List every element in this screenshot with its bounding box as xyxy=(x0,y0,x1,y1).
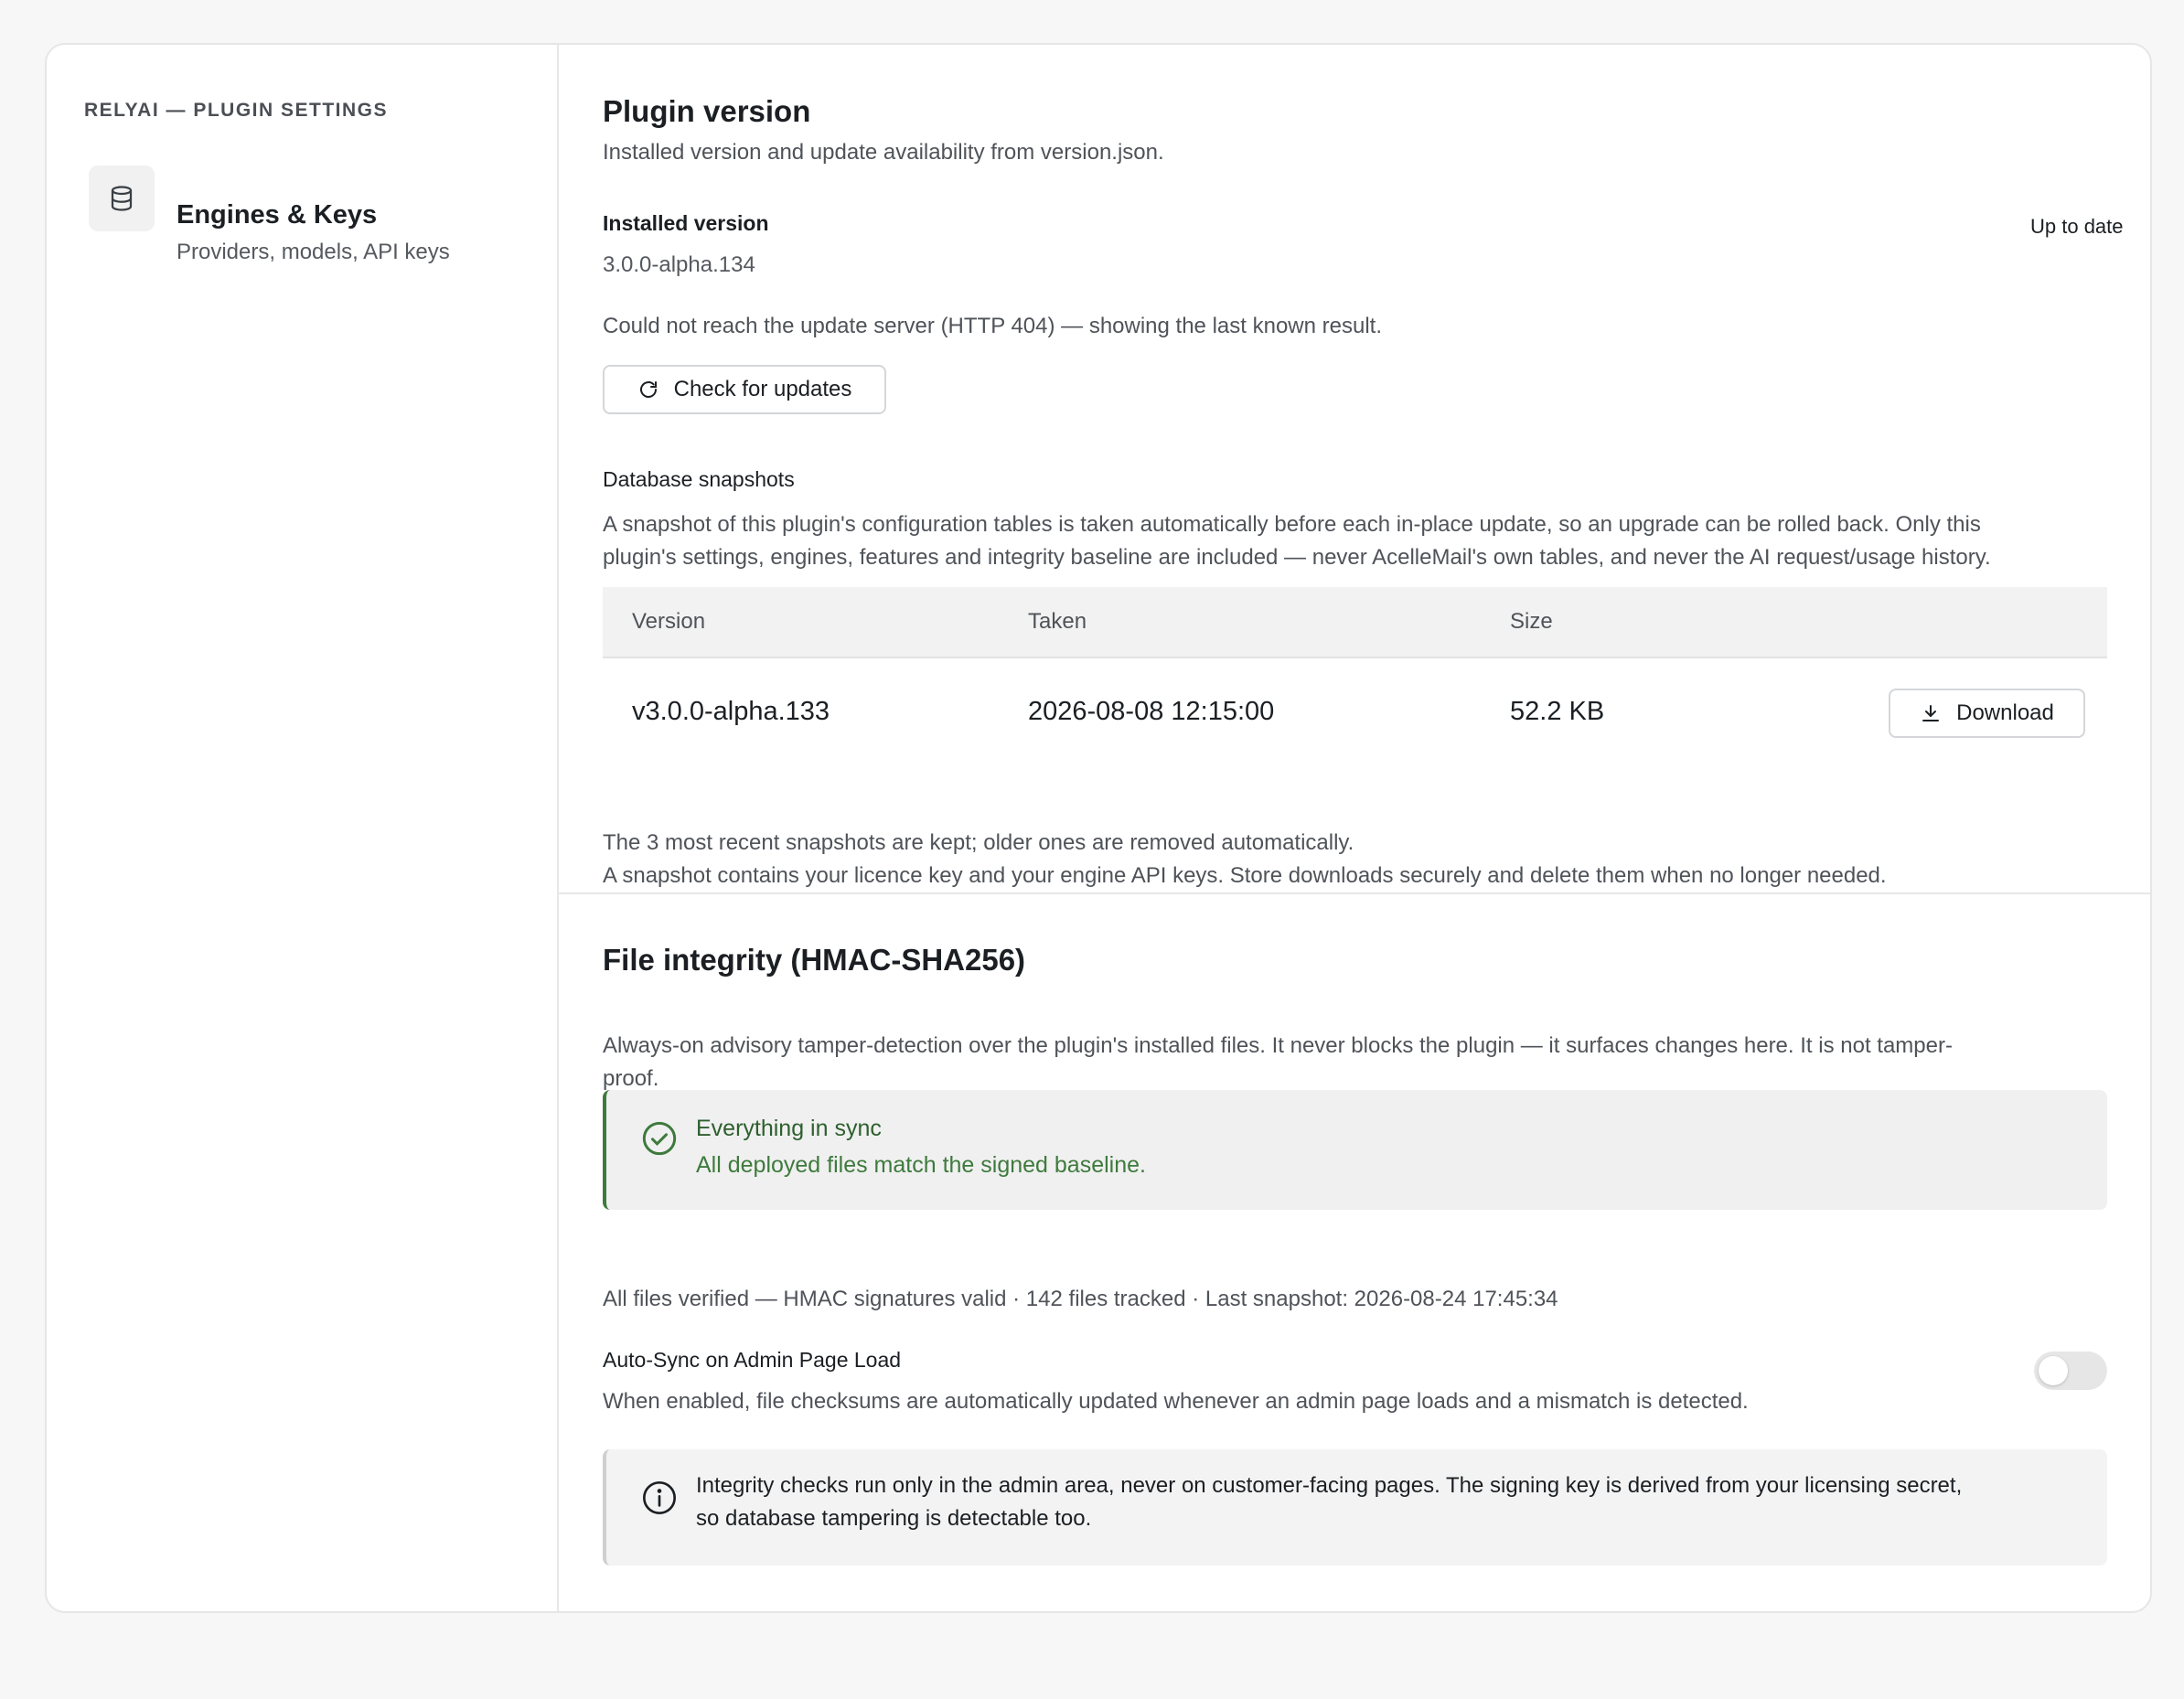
sidebar-item-desc: Providers, models, API keys xyxy=(177,240,450,264)
main-panel: Plugin version Installed version and upd… xyxy=(559,45,2150,1611)
snapshot-taken: 2026-08-08 12:15:00 xyxy=(1028,697,1275,726)
table-header: Version Taken Size xyxy=(603,587,2107,658)
sidebar-item-engines-keys[interactable]: Engines & Keys Providers, models, API ke… xyxy=(47,156,557,264)
sync-status-description: All deployed files match the signed base… xyxy=(696,1152,1146,1178)
check-updates-label: Check for updates xyxy=(673,377,852,401)
file-integrity-description: Always-on advisory tamper-detection over… xyxy=(603,1030,2121,1095)
update-error-note: Could not reach the update server (HTTP … xyxy=(603,314,1382,338)
download-label: Download xyxy=(1956,700,2054,725)
integrity-desc-line: Always-on advisory tamper-detection over… xyxy=(603,1033,1953,1058)
snapshots-table: Version Taken Size v3.0.0-alpha.133 2026… xyxy=(603,587,2107,768)
table-row: v3.0.0-alpha.133 2026-08-08 12:15:00 52.… xyxy=(603,658,2107,768)
settings-card: RELYAI — PLUGIN SETTINGS Engines & Keys … xyxy=(45,43,2152,1613)
sidebar-item-label: Engines & Keys xyxy=(177,200,378,230)
installed-version-value: 3.0.0-alpha.134 xyxy=(603,252,755,277)
info-icon xyxy=(641,1480,678,1521)
section-divider xyxy=(559,892,2150,894)
integrity-summary: All files verified — HMAC signatures val… xyxy=(603,1287,1558,1311)
snapshots-desc-line: plugin's settings, engines, features and… xyxy=(603,545,1991,570)
column-header-size: Size xyxy=(1510,609,1553,634)
snapshot-security-note: A snapshot contains your licence key and… xyxy=(603,863,1887,888)
snapshots-desc-line: A snapshot of this plugin's configuratio… xyxy=(603,512,1981,537)
snapshot-size: 52.2 KB xyxy=(1510,697,1605,726)
download-snapshot-button[interactable]: Download xyxy=(1889,689,2085,738)
sync-status-alert: Everything in sync All deployed files ma… xyxy=(603,1090,2107,1210)
sync-status-title: Everything in sync xyxy=(696,1116,882,1141)
integrity-info-alert: Integrity checks run only in the admin a… xyxy=(603,1449,2107,1565)
check-updates-button[interactable]: Check for updates xyxy=(603,365,886,414)
autosync-description: When enabled, file checksums are automat… xyxy=(603,1389,1749,1414)
update-status-badge: Up to date xyxy=(2030,215,2124,238)
column-header-version: Version xyxy=(632,609,706,634)
snapshot-version: v3.0.0-alpha.133 xyxy=(632,697,830,726)
snapshots-title: Database snapshots xyxy=(603,467,795,491)
file-integrity-title: File integrity (HMAC-SHA256) xyxy=(603,943,1026,977)
sidebar: RELYAI — PLUGIN SETTINGS Engines & Keys … xyxy=(47,45,559,1611)
refresh-icon xyxy=(637,379,659,401)
autosync-toggle[interactable] xyxy=(2034,1352,2107,1390)
database-icon xyxy=(89,166,155,231)
info-line: so database tampering is detectable too. xyxy=(696,1506,1092,1531)
sidebar-title: RELYAI — PLUGIN SETTINGS xyxy=(84,100,388,121)
autosync-label: Auto-Sync on Admin Page Load xyxy=(603,1348,902,1372)
plugin-version-title: Plugin version xyxy=(603,94,811,128)
toggle-knob xyxy=(2039,1356,2068,1385)
installed-version-label: Installed version xyxy=(603,211,769,235)
info-line: Integrity checks run only in the admin a… xyxy=(696,1473,1963,1498)
snapshots-description: A snapshot of this plugin's configuratio… xyxy=(603,508,2121,574)
column-header-taken: Taken xyxy=(1028,609,1087,634)
integrity-info-text: Integrity checks run only in the admin a… xyxy=(696,1469,1962,1535)
plugin-version-subtitle: Installed version and update availabilit… xyxy=(603,140,1164,165)
snapshot-retention-note: The 3 most recent snapshots are kept; ol… xyxy=(603,830,1354,855)
check-circle-icon xyxy=(641,1120,678,1161)
download-icon xyxy=(1920,702,1942,724)
